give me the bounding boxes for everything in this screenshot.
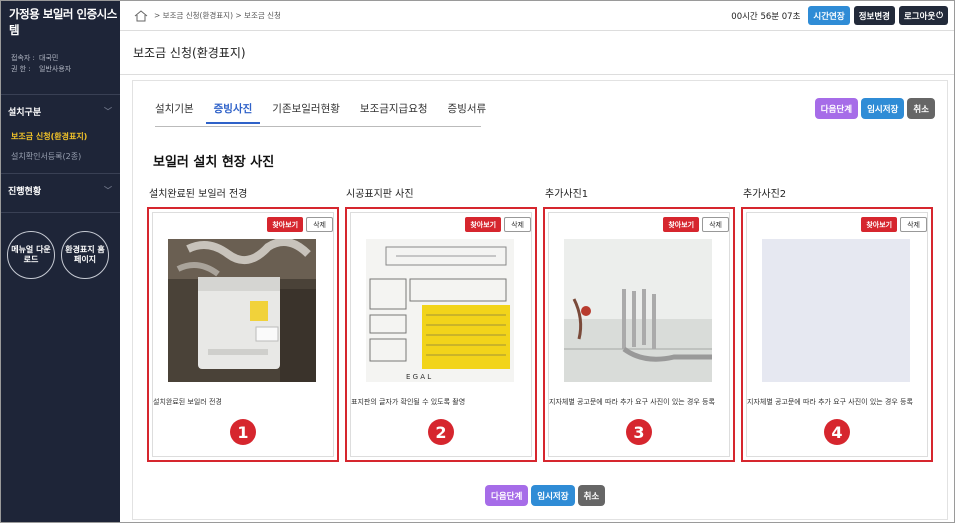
next-step-button-bottom[interactable]: 다음단계 [485, 485, 529, 506]
cancel-button[interactable]: 취소 [907, 98, 935, 119]
card-label-2: 시공표지판 사진 [346, 189, 414, 200]
number-badge: 1 [230, 419, 256, 445]
tab-documents[interactable]: 증빙서류 [440, 101, 495, 124]
photo-card-1: 찾아보기 삭제 설치완료된 보일러 전경 1 [147, 207, 339, 462]
tab-payment-request[interactable]: 보조금지급요청 [352, 101, 436, 124]
role-value: 일반사용자 [39, 65, 72, 73]
extend-time-button[interactable]: 시간연장 [808, 6, 850, 25]
number-badge: 3 [626, 419, 652, 445]
extra-photo-1 [564, 239, 712, 382]
role-key: 권 한 : [11, 65, 31, 73]
section-title: 보일러 설치 현장 사진 [153, 155, 275, 170]
sidebar-item-confirm[interactable]: 설치확인서등록(2종) [11, 147, 112, 167]
sidebar-section-label: 설치구분 [8, 107, 42, 118]
home-icon[interactable] [134, 9, 148, 22]
cancel-button-bottom[interactable]: 취소 [577, 485, 606, 506]
photo-card-3: 찾아보기 삭제 지자체별 공고문에 따라 추가 요구 사진이 있는 경우 등록 … [543, 207, 735, 462]
tab-install-basic[interactable]: 설치기본 [147, 101, 202, 124]
manual-download-button[interactable]: 메뉴얼 다운로드 [7, 231, 55, 279]
app-title: 가정용 보일러 인증시스템 [9, 7, 117, 37]
eco-label-homepage-button[interactable]: 환경표지 홈페이지 [61, 231, 109, 279]
card-label-1: 설치완료된 보일러 전경 [149, 189, 248, 200]
tab-evidence-photos[interactable]: 증빙사진 [205, 101, 261, 124]
logout-button[interactable]: 로그아웃 ⏻ [898, 6, 948, 25]
delete-button[interactable]: 삭제 [900, 217, 927, 232]
breadcrumb: > 보조금 신청(환경표지) > 보조금 신청 [120, 9, 281, 22]
page-title: 보조금 신청(환경표지) [120, 31, 954, 75]
edit-profile-button[interactable]: 정보변경 [853, 6, 895, 25]
svg-text:E G A L: E G A L [406, 373, 431, 381]
top-bar: > 보조금 신청(환경표지) > 보조금 신청 00시간 56분 07초 시간연… [120, 1, 954, 31]
sidebar-section-progress[interactable]: 진행현황 ﹀ [1, 174, 120, 206]
browse-button[interactable]: 찾아보기 [267, 217, 304, 232]
boiler-photo [168, 239, 316, 382]
sidebar-item-subsidy[interactable]: 보조금 신청(환경표지) [11, 127, 112, 147]
sidebar: 가정용 보일러 인증시스템 접속자 : 대국민 권 한 : 일반사용자 설치구분 ﹀… [1, 1, 120, 522]
photo-card-2: 찾아보기 삭제 E G A L 표지판의 글자가 확인될 수 있도록 촬영 2 [345, 207, 537, 462]
power-icon: ⏻ [936, 10, 943, 20]
browse-button[interactable]: 찾아보기 [465, 217, 502, 232]
card-description: 지자체별 공고문에 따라 추가 요구 사진이 있는 경우 등록 [549, 398, 715, 406]
tab-existing-boiler[interactable]: 기존보일러현황 [264, 101, 348, 124]
card-label-4: 추가사진2 [743, 189, 787, 200]
browse-button[interactable]: 찾아보기 [663, 217, 700, 232]
tab-bar: 설치기본 증빙사진 기존보일러현황 보조금지급요청 증빙서류 [147, 101, 498, 124]
breadcrumb-text: > 보조금 신청(환경표지) > 보조금 신청 [154, 11, 281, 20]
user-key: 접속자 : [11, 54, 35, 62]
number-badge: 2 [428, 419, 454, 445]
number-badge: 4 [824, 419, 850, 445]
browse-button[interactable]: 찾아보기 [861, 217, 898, 232]
sign-photo: E G A L [366, 239, 514, 382]
sidebar-section-label: 진행현황 [8, 186, 42, 197]
delete-button[interactable]: 삭제 [504, 217, 531, 232]
delete-button[interactable]: 삭제 [702, 217, 729, 232]
temp-save-button-bottom[interactable]: 임시저장 [531, 485, 575, 506]
user-info: 접속자 : 대국민 권 한 : 일반사용자 [1, 43, 120, 95]
temp-save-button[interactable]: 임시저장 [861, 98, 905, 119]
card-description: 설치완료된 보일러 전경 [153, 398, 222, 406]
session-timer: 00시간 56분 07초 [731, 11, 801, 22]
chevron-down-icon: ﹀ [104, 106, 112, 116]
photo-placeholder [762, 239, 910, 382]
chevron-down-icon: ﹀ [104, 185, 112, 195]
content-panel: 설치기본 증빙사진 기존보일러현황 보조금지급요청 증빙서류 다음단계 임시저장… [132, 80, 948, 520]
next-step-button[interactable]: 다음단계 [814, 98, 859, 119]
card-description: 지자체별 공고문에 따라 추가 요구 사진이 있는 경우 등록 [747, 398, 913, 406]
card-description: 표지판의 글자가 확인될 수 있도록 촬영 [351, 398, 466, 406]
user-value: 대국민 [39, 54, 59, 62]
tab-underline [155, 126, 481, 127]
delete-button[interactable]: 삭제 [306, 217, 333, 232]
logout-label: 로그아웃 [903, 10, 936, 21]
sidebar-section-install[interactable]: 설치구분 ﹀ [1, 95, 120, 127]
card-label-3: 추가사진1 [545, 189, 589, 200]
photo-card-4: 찾아보기 삭제 지자체별 공고문에 따라 추가 요구 사진이 있는 경우 등록 … [741, 207, 933, 462]
